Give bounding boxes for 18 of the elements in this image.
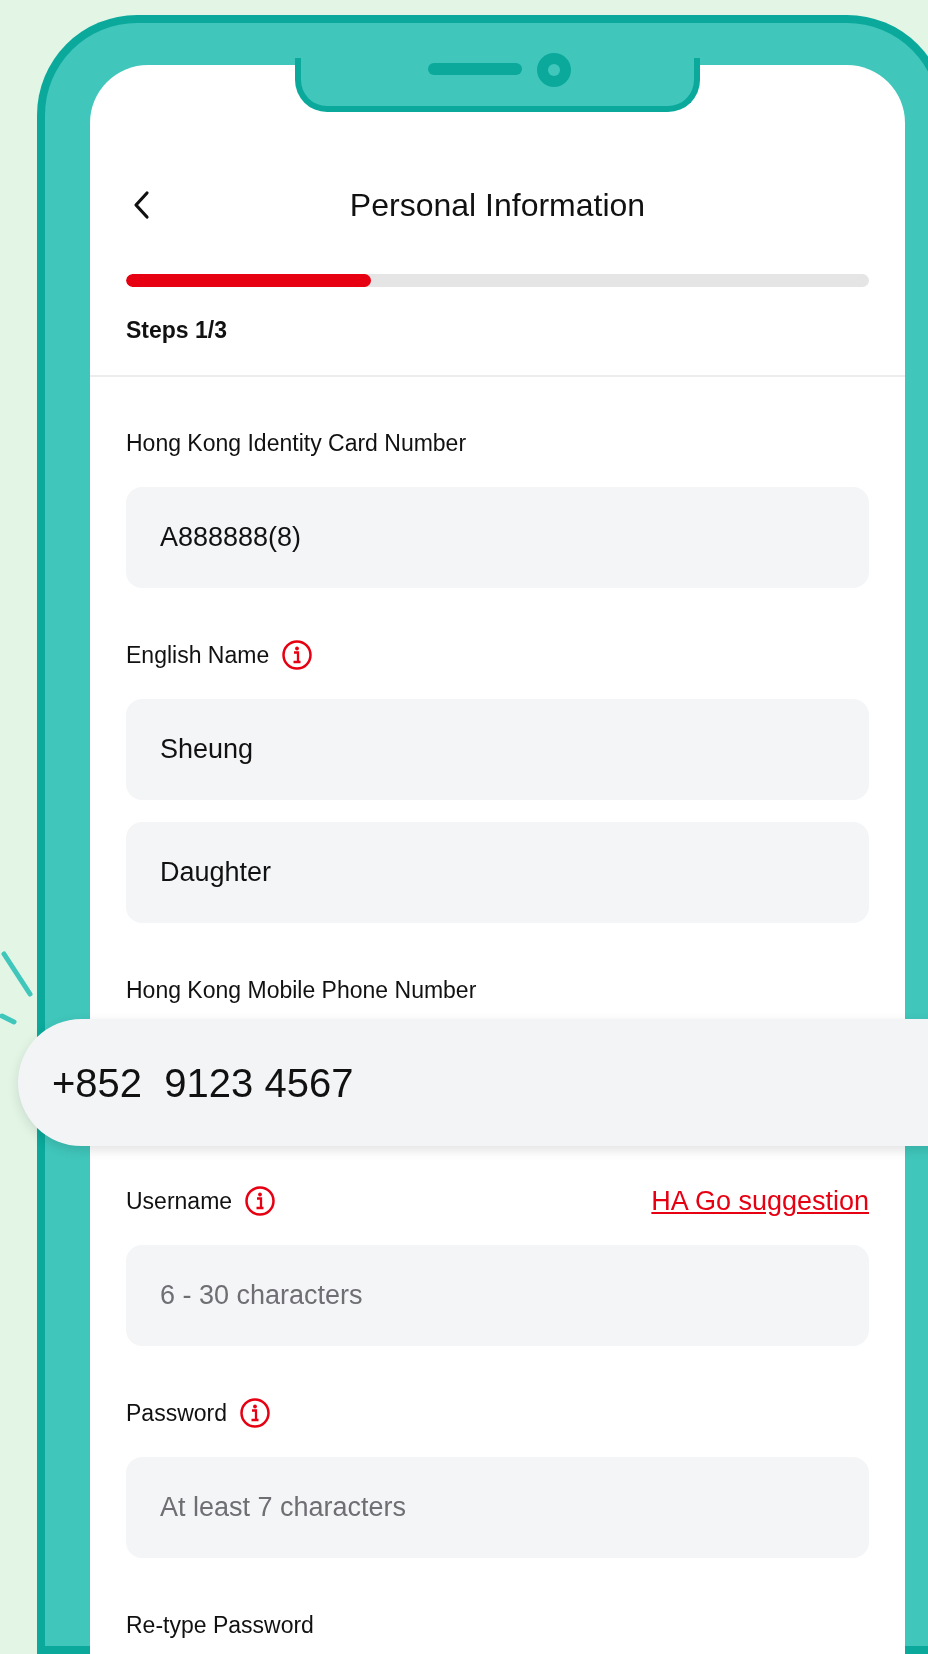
- step-counter: Steps 1/3: [126, 316, 228, 345]
- field-label: Hong Kong Identity Card Number: [126, 429, 467, 458]
- field-label: Re-type Password: [126, 1611, 314, 1640]
- input-field[interactable]: Sheung: [126, 699, 869, 800]
- field-label: Password: [126, 1399, 227, 1428]
- input-field[interactable]: Daughter: [126, 822, 869, 923]
- field-label: Hong Kong Mobile Phone Number: [126, 976, 477, 1005]
- input-field[interactable]: At least 7 characters: [126, 1457, 869, 1558]
- suggestion-link[interactable]: HA Go suggestion: [651, 1185, 869, 1217]
- screen-title: Personal Information: [349, 186, 646, 225]
- info-icon[interactable]: [239, 1397, 271, 1429]
- info-icon[interactable]: [281, 639, 314, 671]
- field-label: English Name: [126, 641, 270, 670]
- field-label: Username: [126, 1187, 233, 1216]
- input-field[interactable]: A888888(8): [126, 487, 869, 588]
- info-icon[interactable]: [244, 1185, 277, 1217]
- input-field[interactable]: 6 - 30 characters: [126, 1245, 869, 1346]
- phone-number-field[interactable]: +852 9123 4567: [18, 1019, 928, 1146]
